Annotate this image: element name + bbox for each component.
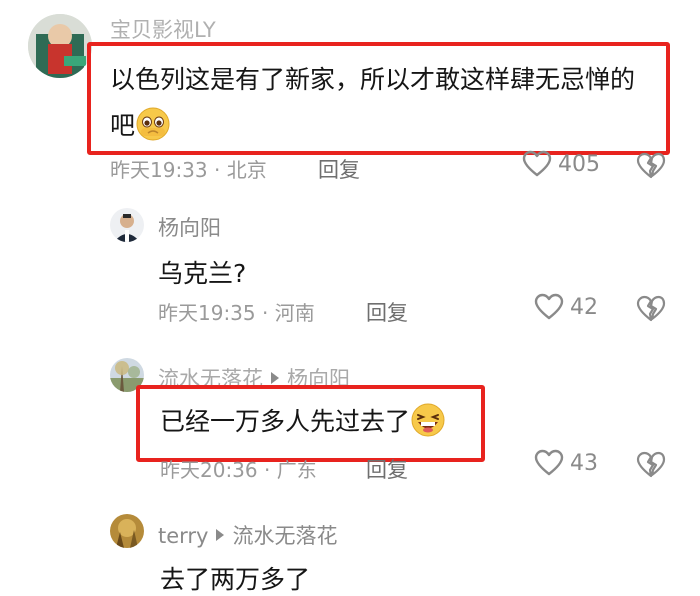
comment-meta: 昨天19:33 · 北京	[110, 154, 267, 183]
meta-separator: ·	[214, 158, 227, 182]
comment-location: 广东	[276, 458, 317, 482]
comment-text-line2: 吧	[110, 106, 171, 148]
comment-meta: 昨天19:35 · 河南	[158, 297, 315, 326]
laughing-face-emoji	[410, 402, 446, 444]
heart-outline-icon	[522, 150, 552, 177]
like-button[interactable]: 43	[534, 449, 598, 477]
reply-button[interactable]: 回复	[366, 297, 408, 327]
dislike-button[interactable]	[636, 295, 666, 323]
reply-arrow-icon	[216, 529, 225, 541]
like-count: 405	[558, 151, 600, 177]
commenter-name[interactable]: terry	[158, 524, 208, 548]
like-count: 42	[570, 294, 598, 320]
comment-text-line1: 以色列这是有了新家，所以才敢这样肆无忌惮的	[110, 65, 636, 94]
reply-button[interactable]: 回复	[318, 154, 360, 184]
broken-heart-icon	[636, 295, 666, 322]
avatar[interactable]	[110, 208, 144, 242]
avatar[interactable]	[28, 14, 92, 78]
comment-time: 昨天20:36	[160, 458, 258, 482]
like-button[interactable]: 42	[534, 293, 598, 321]
broken-heart-icon	[636, 152, 666, 179]
highlight-box	[87, 42, 670, 155]
like-button[interactable]: 405	[522, 150, 600, 178]
comment-text-line: 已经一万多人先过去了	[160, 402, 446, 444]
heart-outline-icon	[534, 449, 564, 476]
avatar[interactable]	[110, 514, 144, 548]
comment-text: 已经一万多人先过去了	[160, 407, 411, 436]
dislike-button[interactable]	[636, 152, 666, 180]
reply-to-name[interactable]: 流水无落花	[232, 524, 337, 548]
commenter-name[interactable]: 宝贝影视LY	[110, 14, 216, 44]
comment-text: 去了两万多了	[160, 565, 311, 594]
heart-outline-icon	[534, 293, 564, 320]
meta-separator: ·	[262, 301, 275, 325]
comment-location: 河南	[274, 301, 315, 325]
comment-time: 昨天19:33	[110, 158, 208, 182]
broken-heart-icon	[636, 451, 666, 478]
reply-arrow-icon	[271, 372, 279, 384]
commenter-name[interactable]: 杨向阳	[158, 212, 221, 242]
dislike-button[interactable]	[636, 451, 666, 479]
meta-separator: ·	[264, 458, 277, 482]
comment-text-tail: 吧	[110, 111, 136, 140]
like-count: 43	[570, 450, 598, 476]
pleading-face-emoji	[135, 106, 171, 148]
comment-location: 北京	[226, 158, 267, 182]
commenter-name-line: terry 流水无落花	[158, 520, 337, 550]
comment-time: 昨天19:35	[158, 301, 256, 325]
comment-text: 乌克兰?	[158, 259, 247, 288]
